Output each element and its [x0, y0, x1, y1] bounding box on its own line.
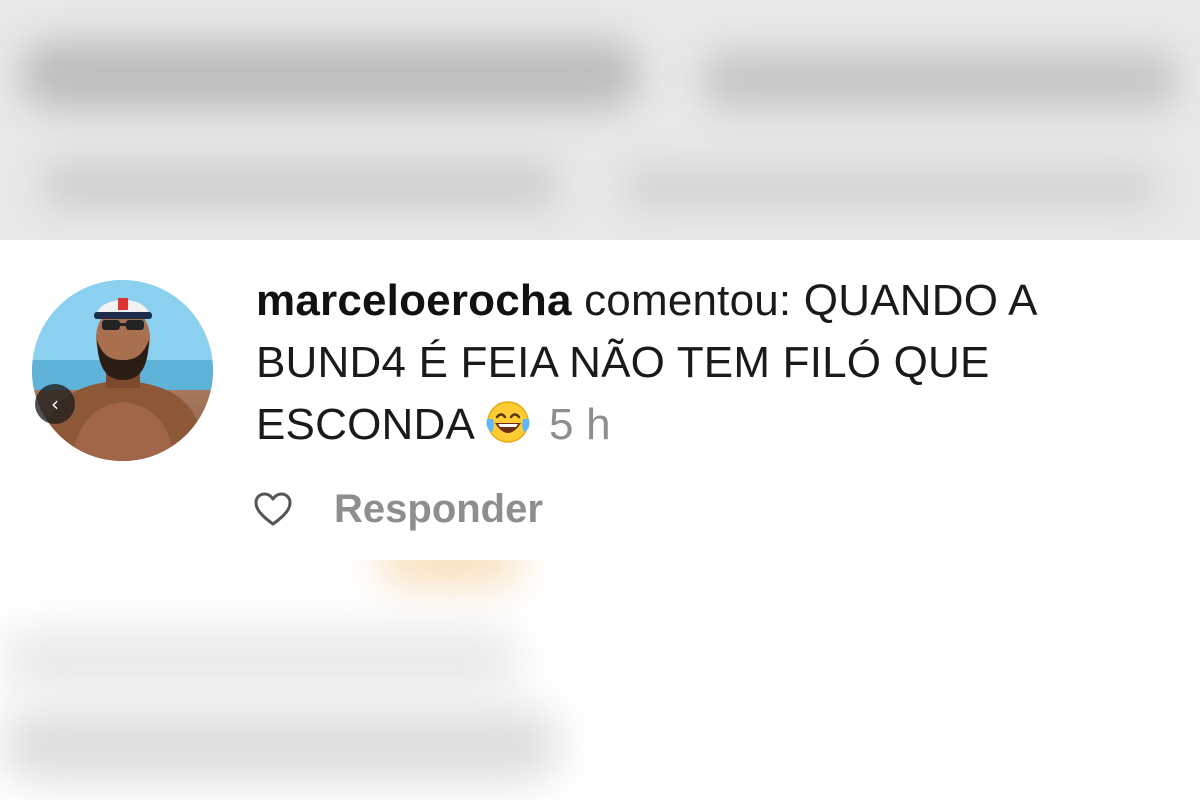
- avatar[interactable]: [32, 280, 213, 461]
- heart-icon: [254, 492, 292, 526]
- comment-text: marceloerocha comentou: QUANDO A BUND4 É…: [256, 270, 1186, 462]
- chevron-left-icon: ‹: [51, 392, 59, 416]
- comment-actions: Responder: [252, 484, 543, 534]
- laughing-emoji-icon: [483, 399, 533, 462]
- comment-timestamp: 5 h: [549, 400, 611, 449]
- comment-verb: comentou:: [584, 276, 792, 325]
- like-button[interactable]: [252, 488, 294, 530]
- blurred-background-top: [0, 0, 1200, 240]
- previous-chevron-button[interactable]: ‹: [35, 384, 75, 424]
- comment-username[interactable]: marceloerocha: [256, 276, 572, 325]
- blurred-background-bottom: [0, 560, 1200, 800]
- screenshot-page: ‹ marceloerocha comentou: QUANDO A BUND4…: [0, 0, 1200, 800]
- reply-button[interactable]: Responder: [334, 487, 543, 532]
